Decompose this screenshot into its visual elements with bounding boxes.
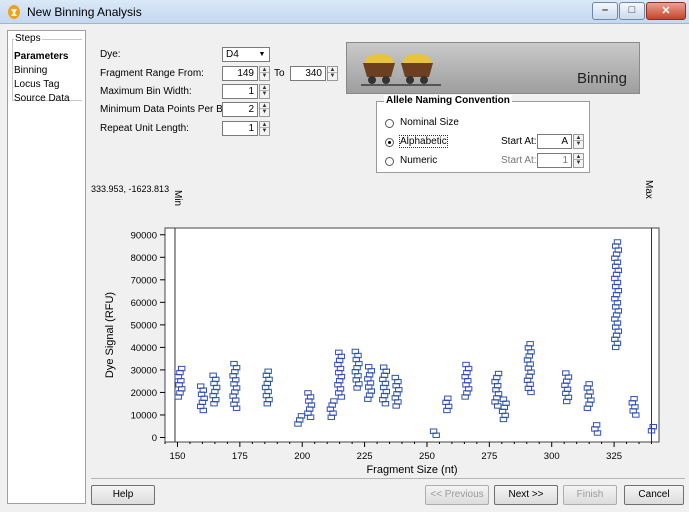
- y-tick-label: 40000: [131, 343, 157, 354]
- y-tick-label: 0: [152, 433, 157, 444]
- minimize-icon: –: [601, 4, 609, 16]
- nominal-size-label[interactable]: Nominal Size: [400, 117, 459, 128]
- max-bin-width-label: Maximum Bin Width:: [100, 86, 192, 97]
- close-button[interactable]: ✕: [646, 2, 686, 20]
- previous-button[interactable]: << Previous: [425, 485, 489, 505]
- cancel-button[interactable]: Cancel: [624, 485, 684, 505]
- help-button[interactable]: Help: [91, 485, 155, 505]
- x-tick-label: 300: [544, 451, 560, 462]
- start-at-numeric-label: Start At:: [501, 155, 537, 166]
- dye-value: D4: [226, 49, 239, 60]
- spin-down-icon: ▼: [575, 141, 582, 147]
- min-points-label: Minimum Data Points Per Bin:: [100, 104, 234, 115]
- x-tick-label: 175: [232, 451, 248, 462]
- finish-button[interactable]: Finish: [563, 485, 617, 505]
- cursor-coordinates: 333.953, -1623.813: [91, 184, 170, 194]
- radio-numeric[interactable]: [385, 157, 394, 166]
- spin-down-icon: ▼: [261, 109, 268, 115]
- fragment-from-input[interactable]: 149: [222, 66, 258, 81]
- button-separator: [91, 478, 685, 479]
- start-at-alpha-spinner[interactable]: ▲ ▼: [573, 134, 584, 149]
- mine-cart-icon: [361, 54, 441, 86]
- step-locus-tag[interactable]: Locus Tag: [14, 79, 59, 90]
- spin-down-icon: ▼: [575, 160, 582, 166]
- y-tick-label: 60000: [131, 298, 157, 309]
- maximize-icon: □: [628, 4, 636, 16]
- start-at-numeric-input[interactable]: 1: [537, 153, 572, 168]
- max-bin-width-spinner[interactable]: ▲ ▼: [259, 84, 270, 99]
- steps-panel: Steps Parameters Binning Locus Tag Sourc…: [7, 30, 86, 504]
- min-points-spinner[interactable]: ▲ ▼: [259, 102, 270, 117]
- dye-label: Dye:: [100, 49, 121, 60]
- spin-down-icon: ▼: [261, 91, 268, 97]
- radio-nominal-size[interactable]: [385, 119, 394, 128]
- y-tick-label: 90000: [131, 230, 157, 241]
- dye-select[interactable]: D4 ▼: [222, 47, 270, 62]
- alphabetic-label[interactable]: Alphabetic: [399, 135, 448, 148]
- x-tick-label: 150: [170, 451, 186, 462]
- repeat-unit-input[interactable]: 1: [222, 121, 258, 136]
- y-axis-label: Dye Signal (RFU): [104, 292, 116, 378]
- repeat-unit-spinner[interactable]: ▲ ▼: [259, 121, 270, 136]
- allele-naming-legend: Allele Naming Convention: [384, 95, 512, 106]
- radio-alphabetic[interactable]: [385, 138, 394, 147]
- fragment-from-spinner[interactable]: ▲ ▼: [259, 66, 270, 81]
- close-icon: ✕: [661, 5, 671, 17]
- x-axis-label: Fragment Size (nt): [366, 464, 457, 476]
- fragment-to-spinner[interactable]: ▲ ▼: [327, 66, 338, 81]
- title-bar[interactable]: New Binning Analysis – □ ✕: [0, 0, 689, 24]
- banner-title: Binning: [576, 70, 627, 87]
- start-at-alpha-input[interactable]: A: [537, 134, 572, 149]
- y-tick-label: 50000: [131, 320, 157, 331]
- y-tick-label: 10000: [131, 410, 157, 421]
- steps-legend: Steps: [14, 33, 42, 44]
- y-tick-label: 30000: [131, 365, 157, 376]
- x-tick-label: 200: [294, 451, 310, 462]
- x-tick-label: 225: [357, 451, 373, 462]
- binning-scatter-chart[interactable]: 0 10000 20000 30000 40000 50000 60000 70000 8000…: [91, 196, 685, 478]
- binning-banner: Binning: [346, 42, 640, 94]
- x-tick-label: 275: [481, 451, 497, 462]
- y-tick-label: 70000: [131, 275, 157, 286]
- max-bin-width-input[interactable]: 1: [222, 84, 258, 99]
- step-parameters[interactable]: Parameters: [14, 51, 68, 62]
- repeat-unit-label: Repeat Unit Length:: [100, 123, 189, 134]
- maximize-button[interactable]: □: [619, 2, 645, 20]
- start-at-numeric-spinner[interactable]: ▲ ▼: [573, 153, 584, 168]
- fragment-from-label: Fragment Range From:: [100, 68, 204, 79]
- y-tick-label: 20000: [131, 388, 157, 399]
- spin-down-icon: ▼: [261, 73, 268, 79]
- chevron-down-icon: ▼: [258, 51, 266, 58]
- window-title: New Binning Analysis: [27, 5, 142, 19]
- step-binning[interactable]: Binning: [14, 65, 47, 76]
- min-points-input[interactable]: 2: [222, 102, 258, 117]
- start-at-label: Start At:: [501, 136, 537, 147]
- y-tick-label: 80000: [131, 253, 157, 264]
- x-tick-label: 250: [419, 451, 435, 462]
- minimize-button[interactable]: –: [592, 2, 618, 20]
- to-label: To: [274, 68, 285, 79]
- step-source-data[interactable]: Source Data: [14, 93, 70, 104]
- numeric-label[interactable]: Numeric: [400, 155, 437, 166]
- x-tick-label: 325: [606, 451, 622, 462]
- plot-area[interactable]: [164, 227, 660, 443]
- new-binning-analysis-window: New Binning Analysis – □ ✕ Steps Paramet…: [0, 0, 689, 512]
- allele-naming-group: Allele Naming Convention Nominal Size Al…: [376, 95, 590, 173]
- spin-down-icon: ▼: [261, 128, 268, 134]
- next-button[interactable]: Next >>: [494, 485, 558, 505]
- app-icon: [8, 5, 20, 19]
- fragment-to-input[interactable]: 340: [290, 66, 326, 81]
- spin-down-icon: ▼: [329, 73, 336, 79]
